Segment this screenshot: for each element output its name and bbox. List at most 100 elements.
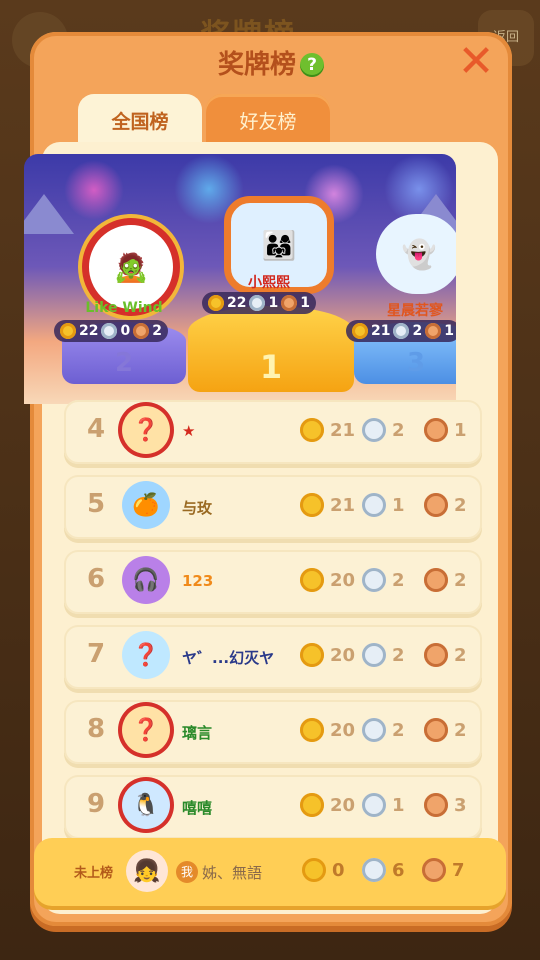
top-player-name-2: Like Wind — [85, 300, 163, 316]
me-badge: 我 — [176, 861, 198, 883]
leaderboard-row[interactable]: 5 🍊 与玫 21 1 2 — [64, 475, 482, 539]
bronze-medal-icon — [424, 493, 448, 517]
gold-count: 0 — [332, 859, 345, 881]
gold-medal-icon — [302, 858, 326, 882]
top-player-name-1: 小熙熙 — [248, 275, 290, 291]
podium-pedestal-1: 1 — [188, 306, 354, 392]
headphone-character-icon: 🎧 — [132, 567, 160, 593]
silver-count: 2 — [392, 644, 405, 666]
mystery-avatar-icon: ❓ — [132, 417, 160, 443]
bronze-count: 2 — [152, 323, 162, 339]
medal-counts-rank-1: 22 1 1 — [202, 292, 316, 314]
avatar-rank-3[interactable]: 👻 — [376, 214, 456, 294]
leaderboard-row[interactable]: 8 ❓ 璃言 20 2 2 — [64, 700, 482, 764]
pedestal-number: 3 — [406, 348, 426, 378]
gold-medal-icon — [60, 323, 76, 339]
silver-medal-icon — [362, 718, 386, 742]
rank-number: 7 — [86, 639, 106, 669]
leaderboard-row[interactable]: 9 🐧 嘻嘻 20 1 3 — [64, 775, 482, 839]
silver-medal-icon — [362, 568, 386, 592]
medal-counts: 21 2 1 — [300, 418, 480, 442]
silver-count: 2 — [392, 419, 405, 441]
leaderboard-row[interactable]: 7 ❓ ヤ゛...幻灭ヤ 20 2 2 — [64, 625, 482, 689]
my-medal-counts: 0 6 7 — [302, 858, 476, 882]
bronze-medal-icon — [424, 418, 448, 442]
silver-count: 2 — [392, 719, 405, 741]
girl-avatar-icon: 👧 — [133, 858, 161, 884]
gold-count: 20 — [330, 569, 356, 591]
rank-status: 未上榜 — [74, 866, 114, 881]
silver-medal-icon — [362, 858, 386, 882]
help-icon[interactable]: ? — [300, 53, 324, 77]
silver-count: 2 — [412, 323, 423, 339]
player-name: ★ — [182, 422, 196, 440]
leaderboard-row[interactable]: 6 🎧 123 20 2 2 — [64, 550, 482, 614]
top-player-name-3: 星晨若寥 — [387, 303, 443, 319]
gold-count: 21 — [330, 419, 356, 441]
player-name: 璃言 — [182, 724, 213, 742]
dialog-title-text: 奖牌榜 — [217, 50, 296, 80]
gold-medal-icon — [300, 718, 324, 742]
bronze-medal-icon — [422, 858, 446, 882]
gold-medal-icon — [300, 418, 324, 442]
bronze-medal-icon — [133, 323, 150, 339]
bronze-medal-icon — [424, 718, 448, 742]
medal-counts: 20 2 2 — [300, 568, 480, 592]
close-icon[interactable]: ✕ — [456, 40, 496, 84]
bronze-count: 1 — [454, 419, 467, 441]
silver-medal-icon — [101, 323, 118, 339]
gold-medal-icon — [352, 323, 368, 339]
my-avatar[interactable]: 👧 — [126, 850, 168, 892]
player-name: 123 — [182, 572, 214, 590]
tab-national[interactable]: 全国榜 — [78, 94, 202, 146]
orange-character-icon: 🍊 — [132, 492, 160, 518]
bronze-count: 1 — [300, 295, 310, 311]
rank-number: 9 — [86, 789, 106, 819]
bronze-count: 1 — [444, 323, 454, 339]
gold-count: 21 — [371, 323, 391, 339]
player-name: ヤ゛...幻灭ヤ — [182, 649, 275, 667]
rank-number: 6 — [86, 564, 106, 594]
gold-count: 20 — [330, 719, 356, 741]
silver-count: 0 — [120, 323, 131, 339]
gold-medal-icon — [300, 793, 324, 817]
leaderboard-row[interactable]: 4 ❓ ★ 21 2 1 — [64, 400, 482, 464]
penguin-avatar-icon: 🐧 — [132, 792, 160, 818]
bronze-count: 2 — [454, 494, 467, 516]
player-avatar: 🎧 — [122, 556, 170, 604]
gold-medal-icon — [300, 643, 324, 667]
bronze-count: 2 — [454, 719, 467, 741]
silver-count: 1 — [392, 794, 405, 816]
my-rank-bar: 未上榜 👧 我 姊、無語 0 6 7 — [34, 838, 506, 906]
silver-medal-icon — [362, 793, 386, 817]
medal-counts: 21 1 2 — [300, 493, 480, 517]
pedestal-number: 1 — [259, 348, 283, 386]
avatar-figure-icon: 🧟 — [113, 250, 149, 284]
silver-medal-icon — [362, 643, 386, 667]
silver-count: 6 — [392, 859, 405, 881]
roof-decoration — [24, 194, 74, 234]
tab-friends[interactable]: 好友榜 — [206, 94, 330, 146]
mystery-avatar-icon: ❓ — [132, 717, 160, 743]
mystery-avatar-icon: ❓ — [132, 642, 160, 668]
silver-count: 1 — [392, 494, 405, 516]
player-avatar: ❓ — [122, 706, 170, 754]
medal-counts: 20 2 2 — [300, 643, 480, 667]
silver-medal-icon — [249, 295, 266, 311]
bronze-medal-icon — [425, 323, 442, 339]
player-avatar: 🍊 — [122, 481, 170, 529]
bronze-count: 2 — [454, 644, 467, 666]
player-name: 嘻嘻 — [182, 799, 213, 817]
bronze-medal-icon — [281, 295, 298, 311]
bronze-medal-icon — [424, 793, 448, 817]
podium: 2 1 3 🧟 👨‍👩‍👧 👻 Like Wind 小熙熙 星晨若寥 22 0 … — [24, 154, 456, 404]
bronze-count: 7 — [452, 859, 465, 881]
gold-count: 22 — [227, 295, 247, 311]
avatar-ghost-icon: 👻 — [401, 237, 437, 271]
bronze-count: 3 — [454, 794, 467, 816]
silver-medal-icon — [393, 323, 410, 339]
medal-counts-rank-2: 22 0 2 — [54, 320, 168, 342]
pedestal-number: 2 — [114, 348, 134, 378]
bronze-medal-icon — [424, 643, 448, 667]
rank-number: 4 — [86, 414, 106, 444]
